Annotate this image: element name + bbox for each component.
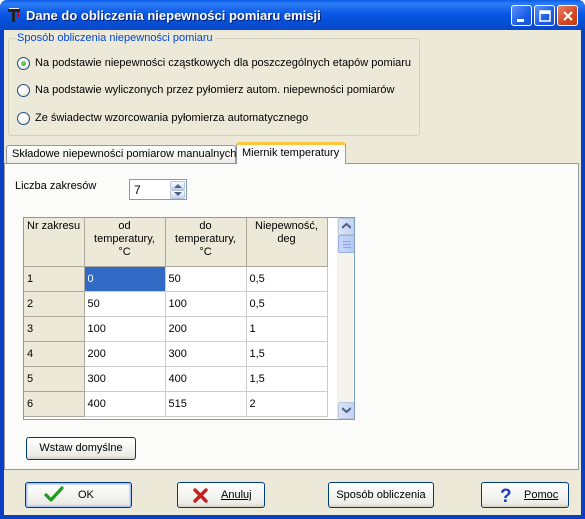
chevron-up-icon <box>342 223 351 229</box>
table-row: 6 400 515 2 <box>24 391 328 417</box>
radio-button[interactable] <box>17 112 30 125</box>
method-group-legend: Sposób obliczenia niepewności pomiaru <box>15 32 215 44</box>
radio-selected-dot <box>21 61 26 66</box>
column-header-from-temperature[interactable]: od temperatury, °C <box>84 218 166 267</box>
table-row: 4 200 300 1,5 <box>24 341 328 367</box>
uncertainty-cell[interactable]: 1 <box>246 316 328 342</box>
maximize-icon <box>539 10 551 22</box>
from-temperature-cell[interactable]: 50 <box>84 291 166 317</box>
row-number-cell[interactable]: 4 <box>24 341 85 367</box>
radio-label: Na podstawie niepewności cząstkowych dla… <box>35 57 412 69</box>
help-label: Pomoc <box>524 489 559 501</box>
minimize-icon <box>517 19 524 22</box>
row-number-cell[interactable]: 1 <box>24 266 85 292</box>
dialog-client-area: Sposób obliczenia niepewności pomiaru Na… <box>4 30 581 515</box>
to-temperature-cell[interactable]: 400 <box>165 366 247 392</box>
to-temperature-cell[interactable]: 515 <box>165 391 247 417</box>
to-temperature-cell[interactable]: 100 <box>165 291 247 317</box>
from-temperature-cell[interactable]: 300 <box>84 366 166 392</box>
dialog-window: Dane do obliczenia niepewności pomiaru e… <box>0 0 585 519</box>
table-row: 2 50 100 0,5 <box>24 291 328 317</box>
row-number-cell[interactable]: 6 <box>24 391 85 417</box>
tab-temperature-meter[interactable]: Miernik temperatury <box>236 142 346 164</box>
method-groupbox: Sposób obliczenia niepewności pomiaru Na… <box>8 32 420 136</box>
calculation-method-button[interactable]: Sposób obliczenia <box>328 482 434 508</box>
radio-button[interactable] <box>17 57 30 70</box>
ranges-grid[interactable]: Nr zakresu od temperatury, °C do tempera… <box>23 217 355 420</box>
insert-defaults-label: Wstaw domyślne <box>39 442 123 454</box>
uncertainty-cell[interactable]: 2 <box>246 391 328 417</box>
thumb-grip <box>343 247 351 248</box>
insert-defaults-button[interactable]: Wstaw domyślne <box>26 437 136 460</box>
close-button[interactable] <box>557 5 578 26</box>
ok-label: OK <box>78 489 94 501</box>
to-temperature-cell[interactable]: 300 <box>165 341 247 367</box>
cancel-button[interactable]: Anuluj <box>177 482 265 508</box>
from-temperature-cell[interactable]: 100 <box>84 316 166 342</box>
tab-panel-temperature-meter: Liczba zakresów 7 Nr zakresu od temperat… <box>4 163 579 470</box>
range-count-label: Liczba zakresów <box>15 180 97 192</box>
scroll-down-button[interactable] <box>338 402 354 419</box>
grid-vertical-scrollbar[interactable] <box>337 218 354 419</box>
scroll-up-button[interactable] <box>338 218 354 235</box>
ranges-table: Nr zakresu od temperatury, °C do tempera… <box>24 218 328 417</box>
checkmark-icon <box>44 486 64 507</box>
window-title: Dane do obliczenia niepewności pomiaru e… <box>26 8 321 23</box>
tab-strip: Składowe niepewności pomiarow manualnych… <box>4 142 581 164</box>
minimize-button[interactable] <box>511 5 532 26</box>
column-header-uncertainty[interactable]: Niepewność, deg <box>246 218 328 267</box>
help-button[interactable]: ? Pomoc <box>481 482 569 508</box>
uncertainty-cell[interactable]: 1,5 <box>246 341 328 367</box>
to-temperature-cell[interactable]: 200 <box>165 316 247 342</box>
arrow-down-icon <box>174 192 182 196</box>
row-number-cell[interactable]: 5 <box>24 366 85 392</box>
row-number-cell[interactable]: 2 <box>24 291 85 317</box>
tab-manual-components[interactable]: Składowe niepewności pomiarow manualnych <box>6 145 236 164</box>
radio-label: Ze świadectw wzorcowania pyłomierza auto… <box>35 112 309 124</box>
chevron-down-icon <box>342 407 351 413</box>
scroll-thumb[interactable] <box>338 235 354 253</box>
spin-down-button[interactable] <box>170 190 185 199</box>
column-header-range-number[interactable]: Nr zakresu <box>24 218 85 267</box>
cancel-label: Anuluj <box>221 489 252 501</box>
red-x-icon <box>192 487 209 507</box>
table-row: 1 0 50 0,5 <box>24 266 328 292</box>
calculation-method-label: Sposób obliczenia <box>336 489 426 501</box>
table-row: 3 100 200 1 <box>24 316 328 342</box>
row-number-cell[interactable]: 3 <box>24 316 85 342</box>
uncertainty-cell[interactable]: 0,5 <box>246 291 328 317</box>
column-header-to-temperature[interactable]: do temperatury, °C <box>165 218 247 267</box>
app-icon <box>6 7 22 23</box>
from-temperature-cell[interactable]: 0 <box>84 266 166 292</box>
svg-text:?: ? <box>500 486 512 505</box>
ok-button[interactable]: OK <box>25 482 132 508</box>
question-mark-icon: ? <box>498 485 514 508</box>
to-temperature-cell[interactable]: 50 <box>165 266 247 292</box>
uncertainty-cell[interactable]: 1,5 <box>246 366 328 392</box>
radio-button[interactable] <box>17 84 30 97</box>
from-temperature-cell[interactable]: 400 <box>84 391 166 417</box>
close-icon <box>563 11 573 21</box>
spin-up-button[interactable] <box>170 181 185 190</box>
title-bar[interactable]: Dane do obliczenia niepewności pomiaru e… <box>0 0 585 30</box>
range-count-value[interactable]: 7 <box>134 183 141 197</box>
radio-label: Na podstawie wyliczonych przez pyłomierz… <box>35 84 395 96</box>
thumb-grip <box>343 244 351 245</box>
arrow-up-icon <box>174 184 182 188</box>
table-row: 5 300 400 1,5 <box>24 366 328 392</box>
from-temperature-cell[interactable]: 200 <box>84 341 166 367</box>
uncertainty-cell[interactable]: 0,5 <box>246 266 328 292</box>
range-count-spinner[interactable]: 7 <box>129 179 187 200</box>
maximize-button[interactable] <box>534 5 555 26</box>
thumb-grip <box>343 241 351 242</box>
